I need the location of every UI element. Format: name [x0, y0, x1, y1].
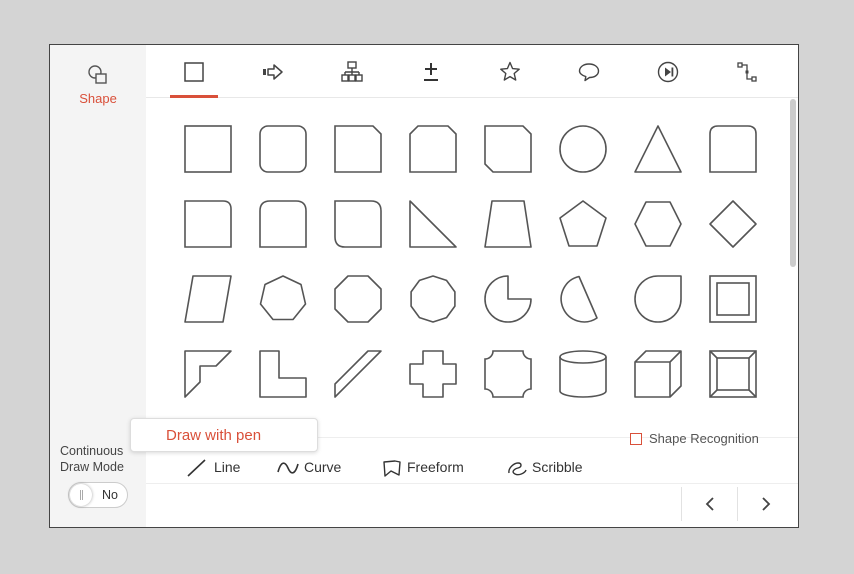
pen-tools: Line Curve Freeform Scribble: [146, 453, 798, 483]
shape-pie[interactable]: [482, 273, 534, 325]
shape-teardrop[interactable]: [632, 273, 684, 325]
shape-panel: Shape Continuous Draw Mode No Shape Reco…: [49, 44, 799, 528]
category-tabs: [146, 45, 798, 98]
arrow-icon: [263, 64, 283, 80]
shape-snip-diagonal-rectangle[interactable]: [482, 123, 534, 175]
pen-tool-curve[interactable]: Curve: [276, 453, 351, 483]
shape-diamond[interactable]: [707, 198, 759, 250]
star-icon: [500, 61, 520, 81]
pen-tool-line[interactable]: Line: [186, 453, 246, 483]
tooltip-text: Draw with pen: [166, 427, 262, 444]
flowchart-icon: [341, 61, 363, 82]
shape-round-diagonal-rectangle[interactable]: [332, 198, 384, 250]
shape-round-top-rectangle[interactable]: [257, 198, 309, 250]
shape-snip-same-side-rectangle[interactable]: [407, 123, 459, 175]
sidebar-item-label: Shape: [79, 91, 117, 106]
tab-equation[interactable]: [407, 45, 455, 97]
shape-bevel[interactable]: [707, 348, 759, 400]
sidebar-item-shape[interactable]: Shape: [50, 59, 146, 115]
shape-rounded-rectangle[interactable]: [257, 123, 309, 175]
connector-icon: [737, 62, 757, 82]
chevron-left-icon: [705, 497, 714, 511]
shape-half-frame[interactable]: [182, 348, 234, 400]
shape-snip-one-corner-rectangle[interactable]: [332, 123, 384, 175]
next-page-button[interactable]: [737, 487, 794, 521]
math-icon: [424, 63, 438, 81]
shape-hexagon[interactable]: [632, 198, 684, 250]
shape-parallelogram[interactable]: [182, 273, 234, 325]
shape-heptagon[interactable]: [257, 273, 309, 325]
sidebar: Shape Continuous Draw Mode No: [50, 45, 146, 527]
shape-pentagon[interactable]: [557, 198, 609, 250]
shape-right-triangle[interactable]: [407, 198, 459, 250]
shape-triangle[interactable]: [632, 123, 684, 175]
curve-icon: [277, 462, 299, 474]
tab-connectors[interactable]: [723, 45, 771, 97]
draw-with-pen-tooltip: Draw with pen: [130, 418, 318, 452]
shape-frame[interactable]: [707, 273, 759, 325]
pagination-footer: [146, 483, 798, 528]
shape-round-one-corner-rectangle[interactable]: [182, 198, 234, 250]
pen-tool-scribble[interactable]: Scribble: [506, 453, 596, 483]
checkbox-box[interactable]: [630, 433, 642, 445]
continuous-draw-toggle[interactable]: No: [68, 482, 128, 508]
shape-cube[interactable]: [632, 348, 684, 400]
shapes-icon: [88, 65, 107, 84]
shape-gallery: [146, 98, 788, 433]
tab-stars[interactable]: [486, 45, 534, 97]
line-icon: [187, 459, 206, 477]
pen-tool-label: Freeform: [407, 459, 464, 475]
callout-icon: [578, 63, 600, 82]
pen-tool-label: Curve: [304, 459, 342, 475]
pen-tool-label: Line: [214, 459, 241, 475]
shape-octagon[interactable]: [332, 273, 384, 325]
pen-tool-freeform[interactable]: Freeform: [381, 453, 476, 483]
shape-diagonal-stripe[interactable]: [332, 348, 384, 400]
shape-can[interactable]: [557, 348, 609, 400]
tab-arrows[interactable]: [249, 45, 297, 97]
tab-callouts[interactable]: [565, 45, 613, 97]
prev-page-button[interactable]: [681, 487, 738, 521]
shape-rectangle[interactable]: [182, 123, 234, 175]
shape-plaque[interactable]: [482, 348, 534, 400]
toggle-value: No: [102, 488, 118, 502]
continuous-draw-mode-label: Continuous Draw Mode: [60, 444, 124, 474]
shape-decagon[interactable]: [407, 273, 459, 325]
shape-recognition-label: Shape Recognition: [649, 431, 759, 446]
scrollbar-thumb[interactable]: [790, 99, 796, 267]
gallery-scrollbar[interactable]: [789, 98, 797, 433]
freeform-icon: [383, 460, 401, 477]
square-icon: [184, 62, 204, 82]
shape-oval[interactable]: [557, 123, 609, 175]
tab-flowchart[interactable]: [328, 45, 376, 97]
shape-round-same-side-rectangle[interactable]: [707, 123, 759, 175]
shape-l-shape[interactable]: [257, 348, 309, 400]
toggle-knob[interactable]: [70, 484, 92, 506]
tab-action-buttons[interactable]: [644, 45, 692, 97]
shape-cross[interactable]: [407, 348, 459, 400]
pen-tool-label: Scribble: [532, 459, 583, 475]
shape-chord[interactable]: [557, 273, 609, 325]
tab-basic-shapes[interactable]: [170, 45, 218, 98]
action-button-icon: [657, 61, 679, 83]
shape-trapezoid[interactable]: [482, 198, 534, 250]
scribble-icon: [508, 462, 527, 476]
chevron-right-icon: [762, 497, 771, 511]
